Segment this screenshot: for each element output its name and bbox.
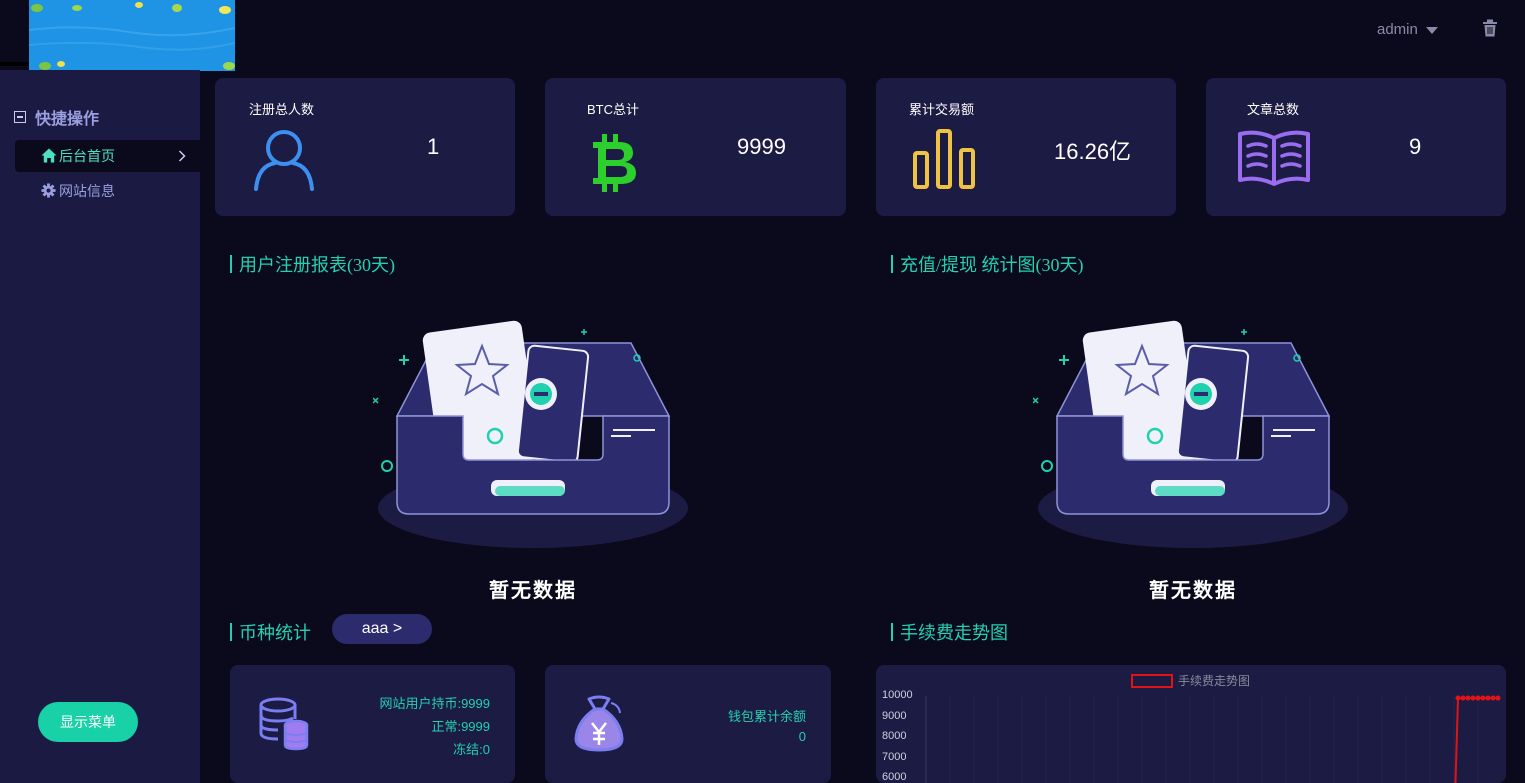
empty-box-illustration xyxy=(372,320,688,548)
fee-trend-chart: 手续费走势图 10000 9000 8000 7000 6000 xyxy=(876,665,1506,783)
fee-trend-plot xyxy=(925,695,1501,783)
section-title-text: 币种统计 xyxy=(239,623,311,643)
register-empty-state: 暂无数据 xyxy=(372,318,693,602)
sidebar: 快捷操作 后台首页 网站信息 显示菜单 xyxy=(0,70,200,783)
series-line xyxy=(1454,697,1498,783)
wallet-balance-label: 钱包累计余额 xyxy=(727,709,806,724)
wallet-balance-value: 0 xyxy=(798,729,806,744)
recharge-chart-title: 充值/提现 统计图(30天) xyxy=(891,251,1084,277)
site-logo[interactable] xyxy=(29,0,235,71)
empty-box-illustration xyxy=(1032,320,1348,548)
sidebar-item-site-info[interactable]: 网站信息 xyxy=(15,175,200,207)
caret-down-icon xyxy=(1425,26,1438,34)
sidebar-heading-label: 快捷操作 xyxy=(35,111,100,128)
coin-holding-frozen: 冻结:0 xyxy=(453,742,490,757)
stat-card-articles: 文章总数 9 xyxy=(1206,78,1506,216)
stat-label: 注册总人数 xyxy=(249,102,315,117)
user-name[interactable]: admin xyxy=(1377,21,1418,38)
y-tick-label: 8000 xyxy=(882,730,907,742)
data-point[interactable] xyxy=(1465,695,1471,701)
sidebar-item-home[interactable]: 后台首页 xyxy=(15,140,200,172)
sidebar-item-label: 网站信息 xyxy=(59,183,115,199)
stat-label: BTC总计 xyxy=(587,102,640,117)
book-icon xyxy=(1238,130,1310,186)
data-point[interactable] xyxy=(1485,695,1491,701)
stat-card-volume: 累计交易额 16.26亿 xyxy=(876,78,1176,216)
stat-card-btc: BTC总计 9999 xyxy=(545,78,846,216)
home-icon xyxy=(41,148,57,163)
register-chart-title: 用户注册报表(30天) xyxy=(230,251,395,277)
stat-label: 累计交易额 xyxy=(909,102,975,117)
coin-holdings-card: 网站用户持币:9999 正常:9999 冻结:0 xyxy=(230,665,515,783)
y-tick-label: 9000 xyxy=(882,709,907,722)
stat-label: 文章总数 xyxy=(1247,102,1300,117)
section-title-text: 充值/提现 统计图(30天) xyxy=(900,255,1084,275)
sidebar-item-label: 后台首页 xyxy=(59,148,115,164)
fee-trend-title: 手续费走势图 xyxy=(891,619,1008,645)
title-bar xyxy=(891,255,893,273)
title-bar xyxy=(230,255,232,273)
bar-chart-icon xyxy=(913,129,975,189)
bitcoin-icon xyxy=(593,134,636,192)
sidebar-heading[interactable]: 快捷操作 xyxy=(14,105,99,129)
y-tick-label: 7000 xyxy=(882,750,907,763)
y-tick-label: 6000 xyxy=(882,771,907,783)
coin-holding-normal: 正常:9999 xyxy=(431,719,490,734)
stat-value: 9999 xyxy=(737,134,786,159)
topbar-accent xyxy=(0,62,30,66)
data-point[interactable] xyxy=(1490,695,1496,701)
chevron-right-icon xyxy=(178,150,186,162)
coin-stats-title: 币种统计 xyxy=(230,619,311,645)
stat-card-users: 注册总人数 1 xyxy=(215,78,515,216)
section-title-text: 手续费走势图 xyxy=(900,623,1008,643)
data-point[interactable] xyxy=(1460,695,1466,701)
title-bar xyxy=(230,623,232,641)
data-point[interactable] xyxy=(1480,695,1486,701)
gear-icon xyxy=(41,183,56,198)
section-title-text: 用户注册报表(30天) xyxy=(239,255,395,275)
collapse-icon[interactable] xyxy=(14,111,26,123)
data-point[interactable] xyxy=(1455,695,1461,701)
empty-state-text: 暂无数据 xyxy=(1149,578,1237,602)
show-menu-button[interactable]: 显示菜单 xyxy=(38,702,138,742)
trash-icon[interactable] xyxy=(1482,19,1498,37)
data-point[interactable] xyxy=(1470,695,1476,701)
data-point[interactable] xyxy=(1475,695,1481,701)
logo-pattern xyxy=(29,0,235,71)
y-tick-label: 10000 xyxy=(882,689,913,701)
database-icon xyxy=(259,697,309,751)
user-menu[interactable]: admin xyxy=(1377,19,1438,39)
top-bar: admin xyxy=(0,0,1525,71)
stat-value: 16.26亿 xyxy=(1054,139,1132,164)
empty-state-text: 暂无数据 xyxy=(489,578,577,602)
recharge-empty-state: 暂无数据 xyxy=(1032,318,1353,602)
title-bar xyxy=(891,623,893,641)
coin-holding-total: 网站用户持币:9999 xyxy=(379,696,490,711)
data-point[interactable] xyxy=(1495,695,1501,701)
money-bag-icon xyxy=(574,695,624,752)
user-icon xyxy=(254,130,314,191)
stat-value: 1 xyxy=(427,134,440,159)
wallet-balance-card: 钱包累计余额 0 xyxy=(545,665,831,783)
coin-selector-button[interactable]: aaa > xyxy=(332,614,432,644)
stat-value: 9 xyxy=(1409,134,1422,159)
